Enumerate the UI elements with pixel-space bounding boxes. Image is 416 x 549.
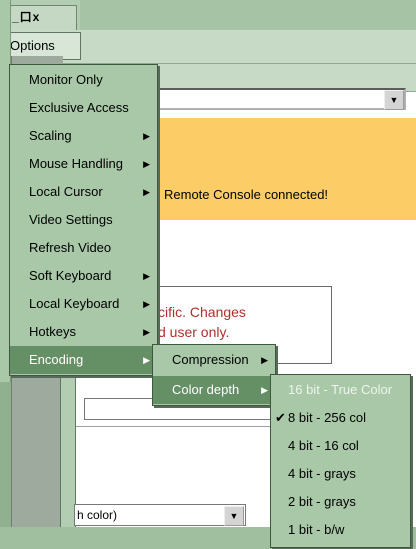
- info-text-line-1: cific. Changes: [158, 304, 246, 320]
- submenu-arrow-icon: ▶: [143, 187, 150, 197]
- color-dropdown[interactable]: h color) ▼: [74, 504, 246, 526]
- left-edge-strip-lower: [0, 382, 11, 549]
- menu-item-4-bit-grays[interactable]: 4 bit - grays: [271, 460, 410, 488]
- menu-item-label: Monitor Only: [29, 72, 103, 87]
- submenu-arrow-icon: ▶: [143, 327, 150, 337]
- menu-item-label: Encoding: [29, 352, 84, 367]
- menu-item-label: Local Cursor: [29, 184, 103, 199]
- menu-item-label: 4 bit - 16 col: [288, 438, 359, 453]
- menu-item-label: Hotkeys: [29, 324, 76, 339]
- menu-item-exclusive-access[interactable]: Exclusive Access: [10, 94, 157, 122]
- info-text-line-2: d user only.: [158, 324, 230, 340]
- color-depth-submenu: 16 bit - True Color ✔ 8 bit - 256 col 4 b…: [270, 374, 411, 548]
- menu-item-label: Scaling: [29, 128, 72, 143]
- title-bar-fill: [80, 0, 416, 30]
- menu-item-label: 8 bit - 256 col: [288, 410, 367, 425]
- menu-item-label: Local Keyboard: [29, 296, 120, 311]
- menu-item-label: Soft Keyboard: [29, 268, 112, 283]
- menu-item-video-settings[interactable]: Video Settings: [10, 206, 157, 234]
- submenu-arrow-icon: ▶: [261, 385, 268, 395]
- menu-item-monitor-only[interactable]: Monitor Only: [10, 66, 157, 94]
- menu-item-local-cursor[interactable]: Local Cursor ▶: [10, 178, 157, 206]
- menu-item-label: Video Settings: [29, 212, 113, 227]
- options-menu: Monitor Only Exclusive Access Scaling ▶ M…: [9, 64, 158, 376]
- menu-item-label: Exclusive Access: [29, 100, 129, 115]
- menu-item-label: Color depth: [172, 382, 240, 397]
- menu-item-label: 4 bit - grays: [288, 466, 356, 481]
- menu-item-color-depth[interactable]: Color depth ▶: [153, 376, 275, 404]
- menu-item-encoding[interactable]: Encoding ▶: [10, 346, 157, 374]
- menu-item-label: 1 bit - b/w: [288, 522, 345, 537]
- menu-item-8-bit-256-col[interactable]: ✔ 8 bit - 256 col: [271, 404, 410, 432]
- menu-item-hotkeys[interactable]: Hotkeys ▶: [10, 318, 157, 346]
- menu-item-4-bit-16-col[interactable]: 4 bit - 16 col: [271, 432, 410, 460]
- submenu-arrow-icon: ▶: [143, 131, 150, 141]
- submenu-arrow-icon: ▶: [143, 159, 150, 169]
- menu-item-scaling[interactable]: Scaling ▶: [10, 122, 157, 150]
- menu-item-local-keyboard[interactable]: Local Keyboard ▶: [10, 290, 157, 318]
- menu-item-label: Refresh Video: [29, 240, 112, 255]
- menu-item-soft-keyboard[interactable]: Soft Keyboard ▶: [10, 262, 157, 290]
- menu-item-1-bit-bw[interactable]: 1 bit - b/w: [271, 516, 410, 544]
- menu-item-label: Compression: [172, 352, 249, 367]
- submenu-arrow-icon: ▶: [143, 299, 150, 309]
- chevron-down-icon[interactable]: ▼: [224, 506, 244, 526]
- menu-item-label: 2 bit - grays: [288, 494, 356, 509]
- menu-item-compression[interactable]: Compression ▶: [153, 346, 275, 374]
- menu-item-refresh-video[interactable]: Refresh Video: [10, 234, 157, 262]
- chevron-down-icon[interactable]: ▼: [384, 90, 404, 110]
- submenu-arrow-icon: ▶: [143, 271, 150, 281]
- menu-item-label: 16 bit - True Color: [288, 382, 393, 397]
- window-controls[interactable]: _口x: [5, 5, 77, 31]
- encoding-submenu: Compression ▶ Color depth ▶: [152, 344, 276, 406]
- menu-item-16-bit-true-color: 16 bit - True Color: [271, 376, 410, 404]
- divider: [76, 426, 296, 427]
- submenu-arrow-icon: ▶: [261, 355, 268, 365]
- menu-item-mouse-handling[interactable]: Mouse Handling ▶: [10, 150, 157, 178]
- color-dropdown-value: h color): [77, 508, 118, 522]
- status-banner-text: Remote Console connected!: [164, 187, 329, 202]
- submenu-arrow-icon: ▶: [143, 355, 150, 365]
- menu-item-2-bit-grays[interactable]: 2 bit - grays: [271, 488, 410, 516]
- check-icon: ✔: [275, 410, 286, 425]
- menu-item-label: Mouse Handling: [29, 156, 123, 171]
